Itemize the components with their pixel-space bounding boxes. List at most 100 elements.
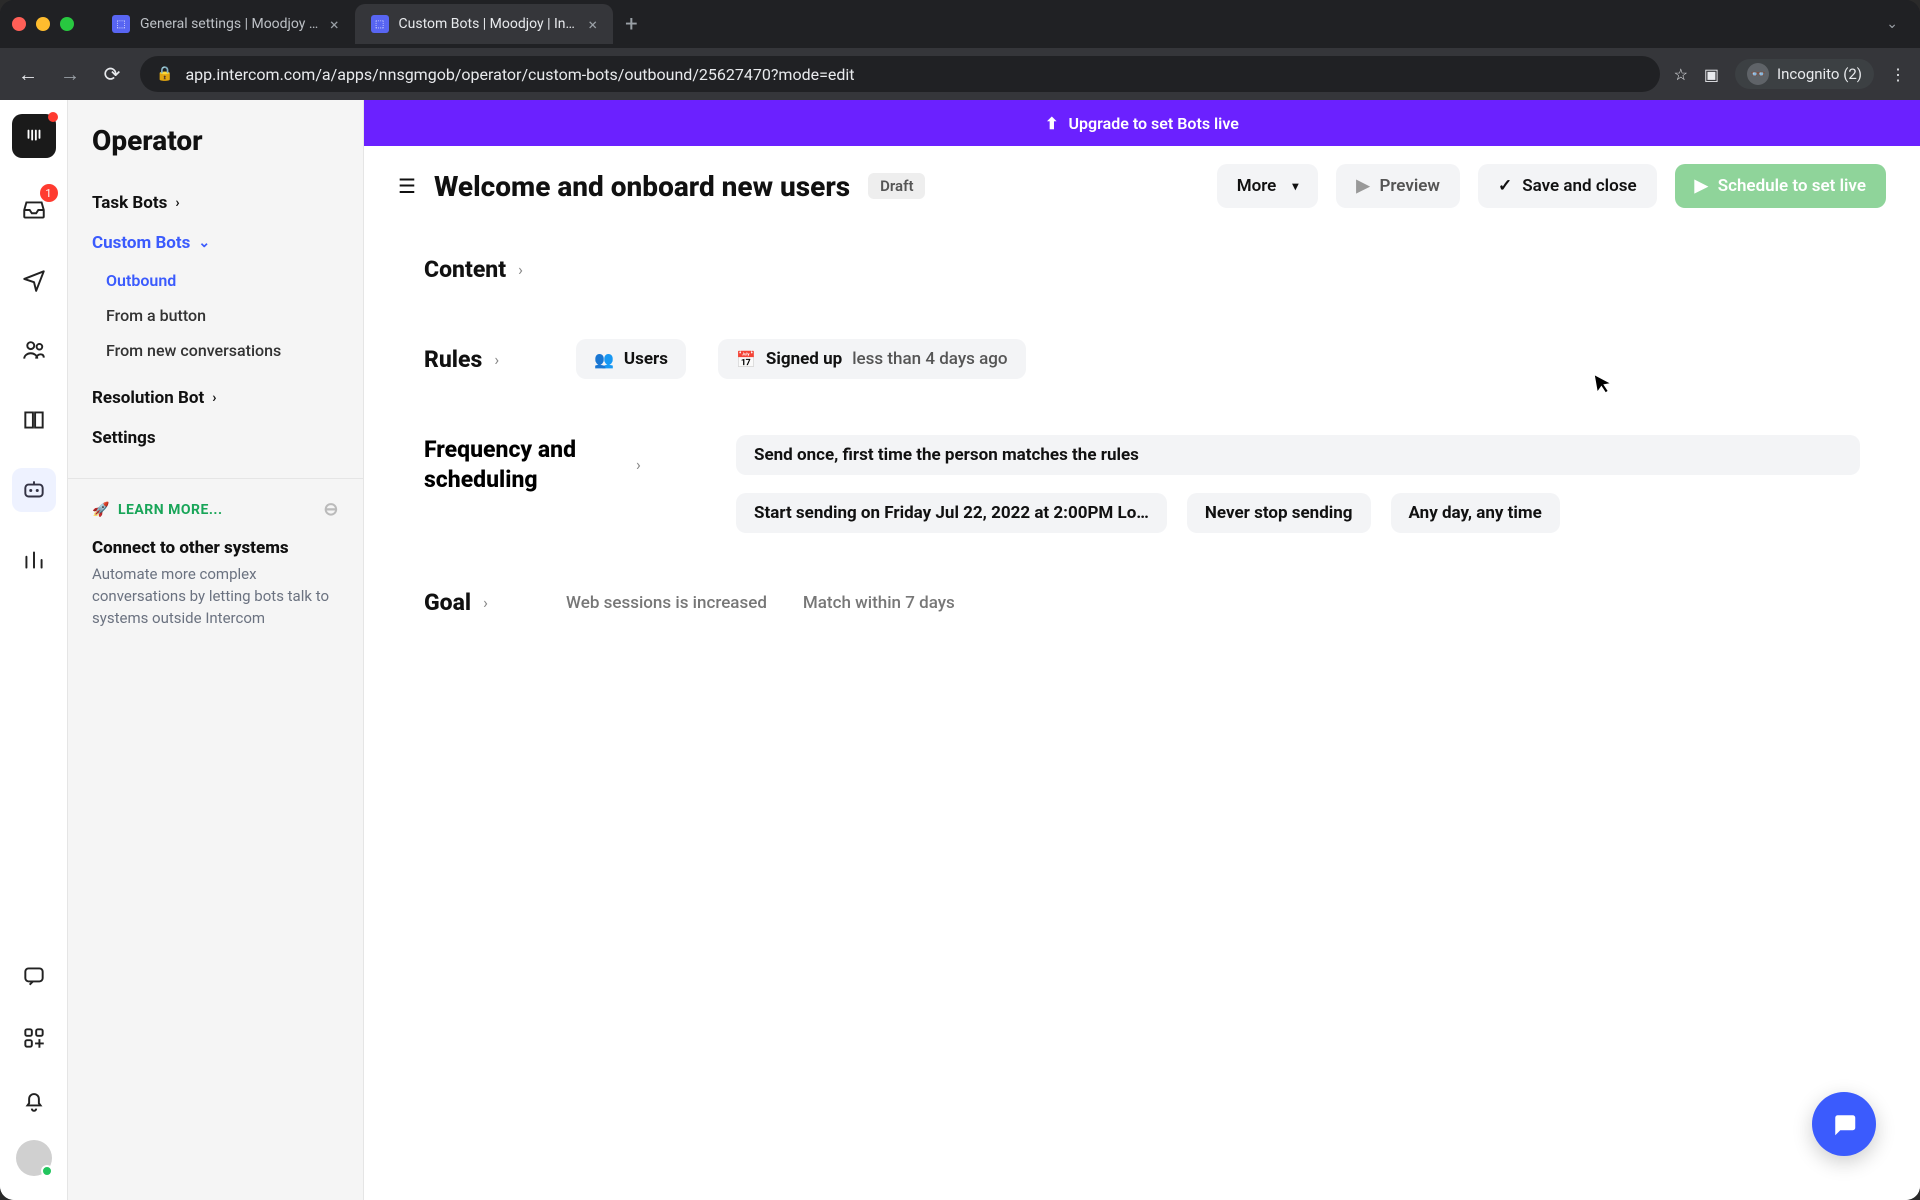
chevron-right-icon: ›: [518, 260, 523, 279]
pill-value: less than 4 days ago: [852, 349, 1007, 369]
nav-from-new-conversations[interactable]: From new conversations: [106, 333, 339, 368]
intercom-chat-launcher[interactable]: [1812, 1092, 1876, 1156]
articles-nav[interactable]: [12, 398, 56, 442]
goal-metric: Web sessions is increased: [566, 593, 767, 613]
browser-menu-icon[interactable]: ⋮: [1890, 65, 1906, 84]
intercom-favicon-icon: ⬚: [112, 15, 130, 33]
apps-nav[interactable]: [12, 1016, 56, 1060]
more-button[interactable]: More: [1217, 164, 1319, 208]
inbox-nav[interactable]: 1: [12, 188, 56, 232]
section-content[interactable]: Content ›: [424, 238, 1860, 283]
calendar-icon: 📅: [736, 350, 756, 369]
check-icon: ✓: [1498, 176, 1512, 196]
nav-label: Custom Bots: [92, 233, 190, 253]
learn-more-label: LEARN MORE...: [118, 502, 223, 518]
operator-nav[interactable]: [12, 468, 56, 512]
schedule-button[interactable]: ▶ Schedule to set live: [1675, 164, 1886, 208]
connect-description: Automate more complex conversations by l…: [92, 564, 339, 629]
inbox-badge: 1: [40, 184, 58, 202]
frequency-start-pill[interactable]: Start sending on Friday Jul 22, 2022 at …: [736, 493, 1167, 533]
nav-resolution-bot[interactable]: Resolution Bot ›: [92, 378, 339, 418]
bot-header: ☰ Welcome and onboard new users Draft Mo…: [364, 146, 1920, 218]
reports-nav[interactable]: [12, 538, 56, 582]
close-tab-icon[interactable]: ×: [330, 15, 339, 34]
url-text: app.intercom.com/a/apps/nnsgmgob/operato…: [185, 65, 854, 84]
nav-label: Resolution Bot: [92, 388, 204, 408]
bookmark-star-icon[interactable]: ☆: [1674, 65, 1688, 84]
save-button[interactable]: ✓ Save and close: [1478, 164, 1657, 208]
sidebar-toggle-icon[interactable]: ☰: [398, 174, 416, 198]
frequency-stop-pill[interactable]: Never stop sending: [1187, 493, 1371, 533]
section-goal: Goal › Web sessions is increased Match w…: [424, 589, 1860, 616]
frequency-send-once-pill[interactable]: Send once, first time the person matches…: [736, 435, 1860, 475]
chevron-right-icon: ›: [494, 350, 499, 369]
nav-custom-bots[interactable]: Custom Bots ⌄: [92, 223, 339, 263]
outbound-nav[interactable]: [12, 258, 56, 302]
chevron-right-icon: ›: [636, 455, 641, 474]
pill-label: Any day, any time: [1409, 503, 1542, 523]
incognito-label: Incognito (2): [1777, 65, 1862, 83]
button-label: Save and close: [1522, 176, 1636, 196]
rule-audience-pill[interactable]: 👥 Users: [576, 339, 686, 379]
pill-label: Never stop sending: [1205, 503, 1353, 523]
pill-label: Users: [624, 349, 668, 369]
contacts-nav[interactable]: [12, 328, 56, 372]
nav-from-button[interactable]: From a button: [106, 298, 339, 333]
status-badge: Draft: [868, 173, 925, 199]
frequency-schedule-pill[interactable]: Any day, any time: [1391, 493, 1560, 533]
chevron-right-icon: ›: [483, 593, 488, 612]
tabs-menu-icon[interactable]: ⌄: [1876, 16, 1908, 32]
close-tab-icon[interactable]: ×: [589, 15, 598, 34]
minimize-window-button[interactable]: [36, 17, 50, 31]
browser-tab-active[interactable]: ⬚ Custom Bots | Moodjoy | Interc ×: [355, 4, 614, 44]
rule-signed-up-pill[interactable]: 📅 Signed up less than 4 days ago: [718, 339, 1026, 379]
window-controls: [12, 17, 74, 31]
operator-sidebar: Operator Task Bots › Custom Bots ⌄ Outbo…: [68, 100, 364, 1200]
notification-dot-icon: [48, 112, 58, 122]
back-button[interactable]: ←: [14, 62, 42, 87]
maximize-window-button[interactable]: [60, 17, 74, 31]
pill-label: Start sending on Friday Jul 22, 2022 at …: [754, 503, 1149, 523]
rocket-icon: 🚀: [92, 502, 110, 518]
frequency-header[interactable]: Frequency and scheduling ›: [424, 435, 704, 495]
section-rules: Rules › 👥 Users 📅 Signed up less than 4 …: [424, 339, 1860, 379]
learn-more-link[interactable]: 🚀 LEARN MORE... ⊖: [92, 499, 339, 520]
connect-title: Connect to other systems: [92, 538, 339, 558]
chevron-right-icon: ›: [212, 390, 216, 406]
nav-task-bots[interactable]: Task Bots ›: [92, 183, 339, 223]
app-icon-rail: 1: [0, 100, 68, 1200]
main-panel: ⬆ Upgrade to set Bots live ☰ Welcome and…: [364, 100, 1920, 1200]
browser-address-bar: ← → ⟳ 🔒 app.intercom.com/a/apps/nnsgmgob…: [0, 48, 1920, 100]
new-tab-button[interactable]: +: [613, 12, 649, 37]
nav-outbound[interactable]: Outbound: [106, 263, 339, 298]
nav-label: Task Bots: [92, 193, 167, 213]
section-title: Frequency and scheduling: [424, 435, 624, 495]
goal-header[interactable]: Goal ›: [424, 589, 534, 616]
intercom-favicon-icon: ⬚: [371, 15, 389, 33]
url-input[interactable]: 🔒 app.intercom.com/a/apps/nnsgmgob/opera…: [140, 56, 1660, 92]
sidebar-title: Operator: [92, 124, 339, 157]
user-avatar[interactable]: [16, 1140, 52, 1176]
notifications-nav[interactable]: [12, 1078, 56, 1122]
section-title: Rules: [424, 346, 482, 373]
incognito-indicator[interactable]: 👓 Incognito (2): [1735, 59, 1874, 89]
extensions-icon[interactable]: ▣: [1704, 65, 1719, 84]
lock-icon: 🔒: [156, 66, 173, 82]
section-title: Goal: [424, 589, 471, 616]
forward-button[interactable]: →: [56, 62, 84, 87]
banner-text: Upgrade to set Bots live: [1069, 114, 1239, 133]
page-title: Welcome and onboard new users: [434, 170, 850, 203]
upgrade-banner[interactable]: ⬆ Upgrade to set Bots live: [364, 100, 1920, 146]
collapse-icon[interactable]: ⊖: [323, 499, 339, 520]
button-label: More: [1237, 176, 1277, 196]
preview-button[interactable]: ▶ Preview: [1336, 164, 1460, 208]
messenger-nav[interactable]: [12, 954, 56, 998]
chevron-down-icon: ⌄: [198, 235, 210, 251]
nav-settings[interactable]: Settings: [92, 418, 339, 458]
play-circle-icon: ▶: [1695, 176, 1708, 196]
intercom-logo[interactable]: [12, 114, 56, 158]
close-window-button[interactable]: [12, 17, 26, 31]
rules-header[interactable]: Rules ›: [424, 346, 544, 373]
reload-button[interactable]: ⟳: [98, 62, 126, 86]
browser-tab[interactable]: ⬚ General settings | Moodjoy | Int ×: [96, 4, 355, 44]
